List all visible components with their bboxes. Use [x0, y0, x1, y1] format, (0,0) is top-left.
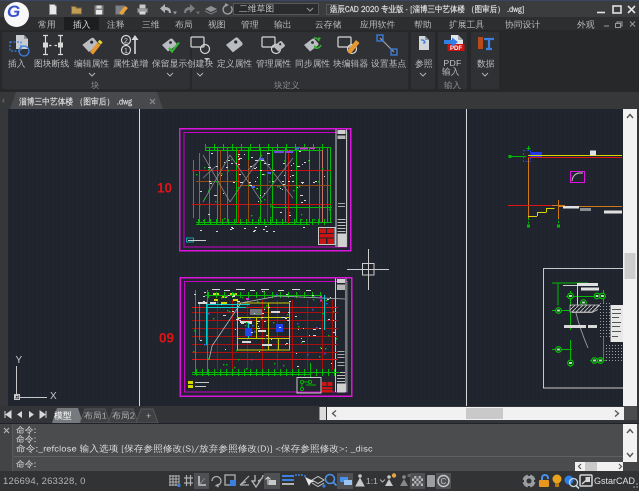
- svg-text:1: 1: [124, 48, 128, 55]
- svg-text:Y: Y: [16, 355, 23, 366]
- svg-text:+: +: [146, 411, 151, 421]
- svg-text:10: 10: [157, 181, 172, 196]
- svg-text:PDF: PDF: [450, 46, 462, 52]
- svg-text:09: 09: [159, 331, 174, 346]
- svg-text:1:1: 1:1: [366, 476, 378, 486]
- svg-text:2: 2: [124, 38, 128, 45]
- svg-text:X: X: [50, 391, 57, 402]
- svg-text:C: C: [441, 477, 447, 486]
- svg-text:GstarCAD: GstarCAD: [594, 476, 636, 486]
